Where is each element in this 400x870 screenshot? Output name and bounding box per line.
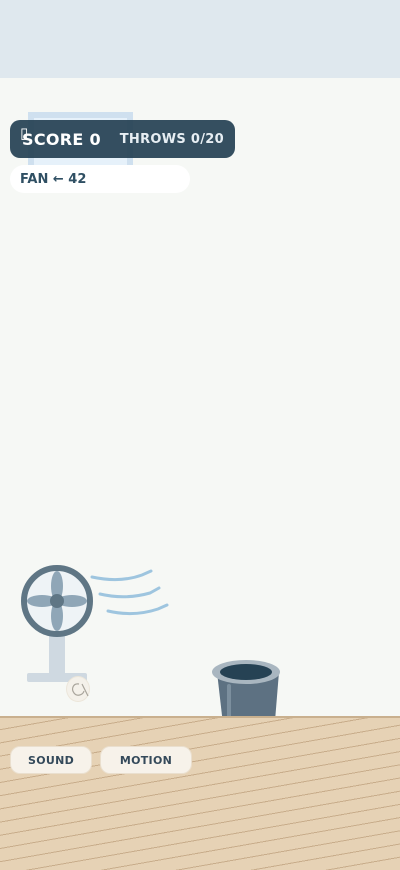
score-label: SCORE 0 bbox=[22, 129, 101, 149]
ceiling-band bbox=[0, 0, 400, 78]
throws-counter: THROWS 0/20 bbox=[119, 131, 224, 147]
air-streaks bbox=[90, 569, 169, 616]
fan-hub bbox=[50, 594, 64, 608]
score-hud: ▯ SCORE 0 THROWS 0/20 bbox=[10, 120, 235, 158]
fan-strength-label: FAN ← 42 bbox=[20, 171, 87, 187]
motion-button[interactable]: MOTION bbox=[100, 746, 192, 774]
floor-edge bbox=[0, 716, 400, 718]
menu-icon[interactable]: ▯ bbox=[20, 124, 28, 142]
paper-ball[interactable] bbox=[66, 676, 90, 702]
fan-strength-indicator: FAN ← 42 bbox=[10, 165, 190, 193]
fan-stand bbox=[27, 631, 87, 682]
fan-head bbox=[21, 565, 93, 637]
bin-opening bbox=[220, 664, 272, 680]
desk-fan bbox=[21, 565, 169, 682]
wooden-floor bbox=[0, 716, 400, 870]
sound-button[interactable]: SOUND bbox=[10, 746, 92, 774]
